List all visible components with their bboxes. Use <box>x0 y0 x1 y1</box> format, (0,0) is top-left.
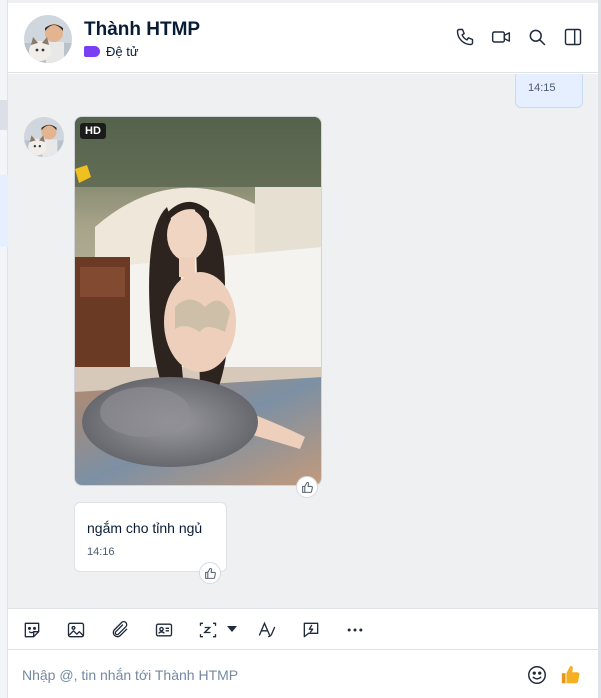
message-input[interactable] <box>22 664 502 686</box>
search-button[interactable] <box>526 26 548 48</box>
text-format-button[interactable] <box>256 619 278 641</box>
thumbs-up-icon <box>561 666 580 684</box>
selected-conversation-indicator[interactable] <box>0 175 8 247</box>
incoming-message-bubble[interactable]: ngắm cho tỉnh ngủ 14:16 <box>74 502 227 572</box>
react-button-image[interactable] <box>296 476 318 498</box>
attach-file-button[interactable] <box>109 619 131 641</box>
chat-window: Thành HTMP Đệ tử 14:15 HD ngắm cho tỉnh … <box>0 0 601 698</box>
search-icon <box>529 29 546 46</box>
label-tag-icon <box>84 46 100 57</box>
quick-message-icon <box>303 622 319 638</box>
send-contact-card-button[interactable] <box>153 619 175 641</box>
quick-message-button[interactable] <box>300 619 322 641</box>
toggle-sidebar-button[interactable] <box>562 26 584 48</box>
more-icon <box>347 628 363 632</box>
send-image-button[interactable] <box>65 619 87 641</box>
message-text: ngắm cho tỉnh ngủ <box>87 520 203 536</box>
image-message[interactable]: HD <box>74 116 322 486</box>
hd-badge: HD <box>80 123 106 139</box>
message-list[interactable]: 14:15 HD ngắm cho tỉnh ngủ 14:16 <box>8 74 598 608</box>
chat-header: Thành HTMP Đệ tử <box>8 3 598 73</box>
composer-toolbar <box>8 608 598 650</box>
sticker-button[interactable] <box>21 619 43 641</box>
message-time: 14:16 <box>87 546 115 558</box>
video-call-icon <box>491 31 511 43</box>
more-options-button[interactable] <box>344 619 366 641</box>
conversation-list-edge <box>0 0 8 698</box>
quick-like-button[interactable] <box>559 663 583 687</box>
screenshot-icon <box>199 622 217 638</box>
text-format-icon <box>258 621 276 638</box>
emoji-icon <box>528 666 546 684</box>
like-outline-icon <box>301 481 313 493</box>
sidebar-toggle-icon <box>564 28 582 46</box>
contact-avatar[interactable] <box>24 15 72 63</box>
message-time: 14:15 <box>528 82 556 94</box>
video-call-button[interactable] <box>490 26 512 48</box>
like-outline-icon <box>204 567 216 579</box>
contact-label[interactable]: Đệ tử <box>84 44 139 59</box>
react-button-text[interactable] <box>199 562 221 584</box>
emoji-button[interactable] <box>525 663 549 687</box>
sticker-icon <box>24 622 40 638</box>
sender-avatar[interactable] <box>24 117 64 157</box>
image-icon <box>67 622 85 638</box>
header-actions <box>454 26 584 48</box>
contact-card-icon <box>155 623 173 637</box>
message-composer <box>8 651 598 698</box>
attachment-icon <box>112 620 128 638</box>
outgoing-message-bubble[interactable]: 14:15 <box>515 74 583 108</box>
contact-name[interactable]: Thành HTMP <box>84 19 200 41</box>
phone-icon <box>456 28 474 46</box>
contact-label-text: Đệ tử <box>106 44 139 59</box>
phone-call-button[interactable] <box>454 26 476 48</box>
screenshot-options-chevron-down-icon[interactable] <box>227 626 237 632</box>
screenshot-button[interactable] <box>197 619 219 641</box>
photo-content <box>75 117 321 485</box>
list-item-partial[interactable] <box>0 100 8 130</box>
